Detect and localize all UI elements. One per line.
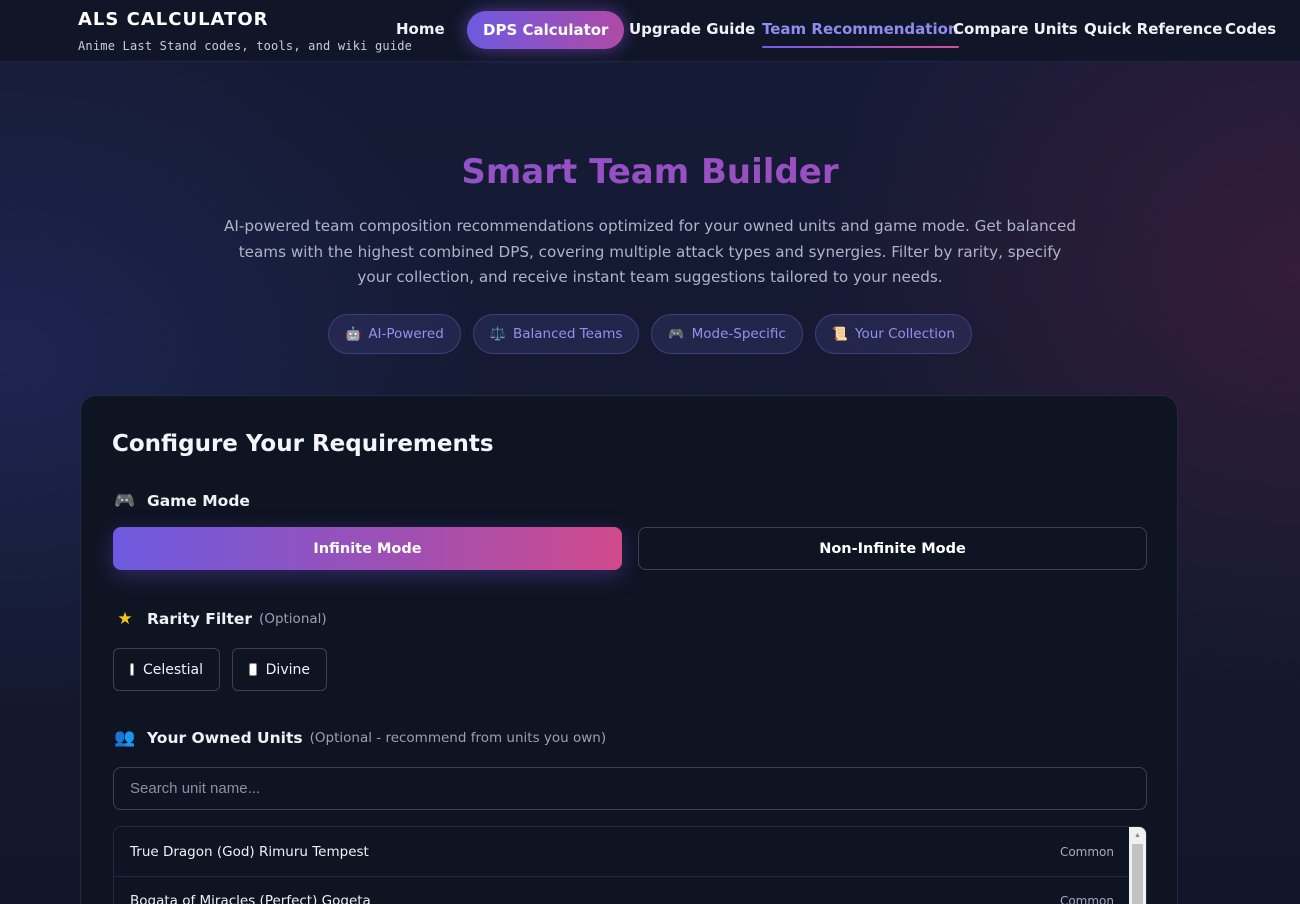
game-mode-label: 🎮 Game Mode (113, 491, 250, 511)
unit-list-item[interactable]: Bogata of Miracles (Perfect) Gogeta Comm… (114, 876, 1130, 904)
nav-compare-units[interactable]: Compare Units (953, 20, 1078, 38)
nav-dps-calculator[interactable]: DPS Calculator (467, 11, 625, 49)
checkbox-square[interactable] (249, 663, 257, 676)
rarity-checkbox-divine[interactable]: Divine (232, 648, 327, 691)
owned-units-title: Your Owned Units (147, 729, 303, 747)
brand[interactable]: ALS CALCULATOR Anime Last Stand codes, t… (78, 9, 412, 53)
unit-list-scrollbar[interactable]: ▲ (1129, 827, 1146, 904)
nav-home[interactable]: Home (396, 20, 445, 38)
star-icon: ★ (117, 609, 133, 629)
owned-units-optional-hint: (Optional - recommend from units you own… (309, 730, 607, 746)
page-description: AI-powered team composition recommendati… (224, 217, 1076, 287)
requirements-card: Configure Your Requirements 🎮 Game Mode … (80, 395, 1178, 904)
unit-list-item[interactable]: True Dragon (God) Rimuru Tempest Common (114, 827, 1130, 877)
checkbox-label: Divine (265, 661, 310, 678)
nav-team-recommendation[interactable]: Team Recommendation (762, 20, 959, 48)
unit-rarity: Common (1059, 893, 1114, 904)
unit-name: True Dragon (God) Rimuru Tempest (130, 843, 369, 860)
checkbox-label: Celestial (142, 661, 203, 678)
nav-upgrade-guide[interactable]: Upgrade Guide (629, 20, 755, 38)
feature-badges: 🤖 AI-Powered ⚖️ Balanced Teams 🎮 Mode-Sp… (0, 314, 1300, 354)
gamepad-icon: 🎮 (114, 491, 136, 511)
badge-label: AI-Powered (368, 326, 444, 342)
top-navigation-bar: ALS CALCULATOR Anime Last Stand codes, t… (0, 0, 1300, 62)
users-icon: 👥 (114, 728, 136, 748)
active-tab-underline (762, 46, 959, 48)
unit-rarity: Common (1059, 844, 1114, 859)
nav-quick-reference[interactable]: Quick Reference (1084, 20, 1222, 38)
card-title: Configure Your Requirements (112, 431, 494, 457)
scrollbar-thumb[interactable] (1132, 844, 1143, 904)
non-infinite-mode-button[interactable]: Non-Infinite Mode (638, 527, 1147, 570)
checkbox-square[interactable] (130, 663, 134, 676)
scroll-up-icon[interactable]: ▲ (1129, 827, 1146, 843)
unit-search-input[interactable] (113, 767, 1147, 810)
nav-codes[interactable]: Codes (1225, 20, 1276, 38)
gamepad-icon: 🎮 (668, 326, 685, 342)
nav-team-recommendation-label: Team Recommendation (762, 20, 959, 38)
rarity-filter-title: Rarity Filter (147, 610, 253, 628)
badge-your-collection: 📜 Your Collection (814, 314, 972, 354)
unit-name: Bogata of Miracles (Perfect) Gogeta (130, 892, 371, 904)
badge-label: Your Collection (854, 326, 955, 342)
badge-label: Mode-Specific (691, 326, 786, 342)
brand-title: ALS CALCULATOR (78, 9, 269, 30)
unit-list: True Dragon (God) Rimuru Tempest Common … (113, 826, 1147, 904)
infinite-mode-button[interactable]: Infinite Mode (113, 527, 622, 570)
badge-mode-specific: 🎮 Mode-Specific (651, 314, 803, 354)
owned-units-label: 👥 Your Owned Units (Optional - recommend… (113, 728, 606, 748)
rarity-optional-hint: (Optional) (259, 611, 327, 627)
rarity-filter-label: ★ Rarity Filter (Optional) (113, 609, 327, 629)
robot-icon: 🤖 (345, 326, 362, 342)
page-title: Smart Team Builder (0, 152, 1300, 192)
scroll-icon: 📜 (831, 326, 848, 342)
brand-subtitle: Anime Last Stand codes, tools, and wiki … (78, 39, 413, 53)
rarity-checkbox-celestial[interactable]: Celestial (113, 648, 220, 691)
badge-ai-powered: 🤖 AI-Powered (328, 314, 461, 354)
balance-scale-icon: ⚖️ (489, 326, 506, 342)
badge-label: Balanced Teams (512, 326, 623, 342)
badge-balanced-teams: ⚖️ Balanced Teams (472, 314, 640, 354)
game-mode-title: Game Mode (147, 492, 250, 510)
